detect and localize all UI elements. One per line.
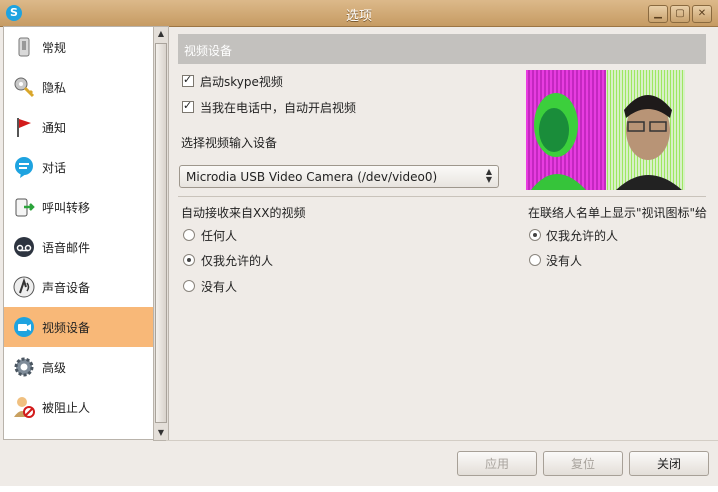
sidebar-item-label: 被阻止人 (42, 401, 91, 415)
auto-receive-label: 自动接收来自XX的视频 (181, 206, 306, 220)
select-device-label: 选择视频输入设备 (181, 136, 278, 150)
sidebar-item-label: 语音邮件 (42, 241, 91, 255)
sound-device-icon (13, 276, 35, 298)
section-header: 视频设备 (178, 34, 706, 64)
close-window-button[interactable]: ✕ (692, 5, 712, 23)
sidebar-item-call-forwarding[interactable]: 呼叫转移 (4, 187, 154, 227)
enable-video-label: 启动skype视频 (200, 75, 283, 89)
background-strip (0, 486, 718, 492)
sidebar-item-chat[interactable]: 对话 (4, 147, 154, 187)
sidebar-item-notifications[interactable]: 通知 (4, 107, 154, 147)
sidebar-item-privacy[interactable]: 隐私 (4, 67, 154, 107)
partial-item-icon (12, 435, 36, 440)
window-title: 选项 (345, 9, 372, 24)
options-sidebar: 常规 隐私 通知 对话 呼叫转移 语音邮件 声音设备 视频设备 高级 被阻止人 (3, 26, 155, 440)
show-icon-allowed-radio[interactable] (529, 229, 541, 241)
advanced-gear-icon (14, 357, 34, 377)
scrollbar-thumb[interactable] (155, 43, 167, 423)
section-divider (178, 196, 706, 197)
auto-start-video-label: 当我在电话中，自动开启视频 (200, 101, 357, 115)
general-icon (18, 37, 30, 57)
sidebar-scrollbar[interactable]: ▲ ▼ (153, 26, 169, 441)
notification-flag-icon (17, 118, 31, 137)
section-title: 视频设备 (184, 44, 233, 58)
apply-button[interactable]: 应用 (457, 451, 537, 476)
call-forward-icon (15, 198, 35, 217)
close-button[interactable]: 关闭 (629, 451, 709, 476)
show-icon-nobody-radio[interactable] (529, 254, 541, 266)
sidebar-item-label: 隐私 (42, 81, 67, 95)
sidebar-item-label: 通知 (42, 121, 67, 135)
auto-receive-anyone-label: 任何人 (201, 229, 238, 243)
sidebar-item-label: 声音设备 (42, 281, 91, 295)
enable-video-checkbox[interactable] (182, 73, 194, 87)
auto-receive-nobody-radio[interactable] (183, 280, 195, 292)
updown-arrows-icon: ▲ ▼ (485, 167, 492, 184)
show-video-icon-label: 在联络人名单上显示"视讯图标"给 (528, 206, 708, 220)
video-device-select[interactable]: Microdia USB Video Camera (/dev/video0) … (179, 165, 499, 188)
sidebar-item-sound-devices[interactable]: 声音设备 (4, 267, 154, 307)
blocked-user-icon (14, 397, 35, 418)
chat-bubble-icon (15, 157, 33, 178)
scroll-down-icon[interactable]: ▼ (154, 426, 168, 440)
sidebar-item-voicemail[interactable]: 语音邮件 (4, 227, 154, 267)
auto-start-video-checkbox[interactable] (182, 99, 194, 113)
reset-button[interactable]: 复位 (543, 451, 623, 476)
sidebar-item-advanced[interactable]: 高级 (4, 347, 154, 387)
video-device-icon (14, 317, 34, 337)
sidebar-item-general[interactable]: 常规 (4, 27, 154, 67)
sidebar-item-label: 视频设备 (42, 321, 91, 335)
maximize-button[interactable]: ▢ (670, 5, 690, 23)
minimize-button[interactable]: ▁ (648, 5, 668, 23)
auto-receive-anyone-radio[interactable] (183, 229, 195, 241)
sidebar-item-label: 呼叫转移 (42, 201, 91, 215)
auto-receive-allowed-label: 仅我允许的人 (201, 254, 274, 268)
voicemail-icon (14, 237, 34, 257)
scroll-up-icon[interactable]: ▲ (154, 27, 168, 41)
video-preview (526, 70, 685, 190)
show-icon-allowed-label: 仅我允许的人 (546, 229, 619, 243)
sidebar-item-label: 高级 (42, 361, 67, 375)
footer-divider (166, 440, 718, 441)
sidebar-item-blocked-users[interactable]: 被阻止人 (4, 387, 154, 427)
sidebar-item-label: 常规 (42, 41, 67, 55)
privacy-key-icon (14, 77, 35, 98)
sidebar-item-partial[interactable] (4, 427, 154, 440)
auto-receive-nobody-label: 没有人 (201, 280, 238, 294)
auto-receive-allowed-radio[interactable] (183, 254, 195, 266)
sidebar-item-label: 对话 (42, 161, 67, 175)
show-icon-nobody-label: 没有人 (546, 254, 583, 268)
video-device-value: Microdia USB Video Camera (/dev/video0) (186, 170, 438, 184)
sidebar-item-video-devices[interactable]: 视频设备 (4, 307, 154, 347)
options-window: S 选项 ▁ ▢ ✕ 常规 隐私 通知 对话 呼叫转移 语音邮件 声音设备 视频… (0, 0, 718, 492)
title-bar: S 选项 ▁ ▢ ✕ (0, 0, 718, 27)
